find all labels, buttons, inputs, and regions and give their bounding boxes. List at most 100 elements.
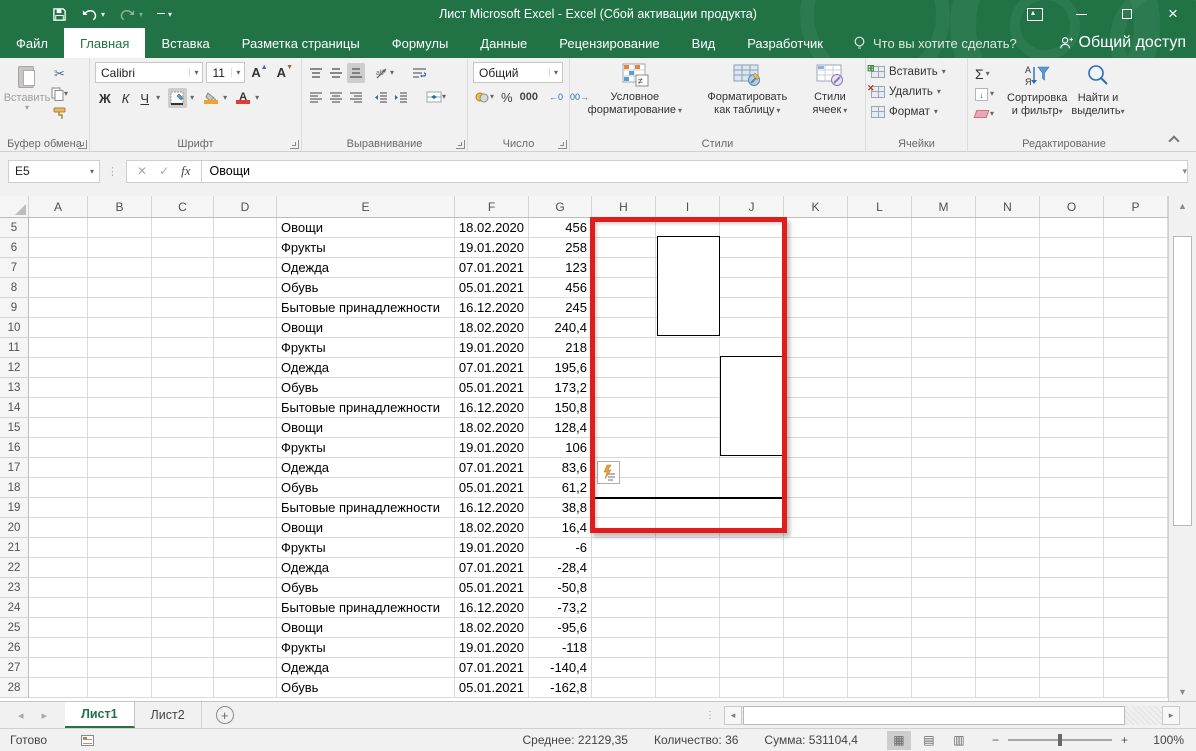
cell-N25[interactable] — [976, 618, 1040, 638]
cell-C16[interactable] — [152, 438, 214, 458]
font-name-combo[interactable]: Calibri▾ — [95, 62, 203, 83]
cell-B25[interactable] — [88, 618, 152, 638]
cell-L14[interactable] — [848, 398, 912, 418]
cell-L8[interactable] — [848, 278, 912, 298]
cell-P23[interactable] — [1104, 578, 1168, 598]
new-sheet-button[interactable]: + — [216, 706, 234, 724]
cell-A16[interactable] — [29, 438, 88, 458]
underline-button[interactable]: Ч — [136, 88, 153, 108]
cell-G11[interactable]: 218 — [529, 338, 592, 358]
cell-E14[interactable]: Бытовые принадлежности — [277, 398, 455, 418]
customize-qat-button[interactable]: ▾ — [157, 10, 172, 19]
cell-I24[interactable] — [656, 598, 720, 618]
cell-M20[interactable] — [912, 518, 976, 538]
cell-K7[interactable] — [784, 258, 848, 278]
cell-F26[interactable]: 19.01.2020 — [455, 638, 529, 658]
cell-O27[interactable] — [1040, 658, 1104, 678]
cell-C6[interactable] — [152, 238, 214, 258]
font-color-button[interactable]: А — [234, 88, 252, 108]
cell-F17[interactable]: 07.01.2021 — [455, 458, 529, 478]
cell-F27[interactable]: 07.01.2021 — [455, 658, 529, 678]
cell-N26[interactable] — [976, 638, 1040, 658]
undo-dropdown[interactable]: ▾ — [101, 10, 105, 19]
cell-E23[interactable]: Обувь — [277, 578, 455, 598]
ribbon-tab-Вид[interactable]: Вид — [676, 28, 732, 58]
column-header-C[interactable]: C — [152, 196, 214, 217]
cell-M14[interactable] — [912, 398, 976, 418]
cell-M10[interactable] — [912, 318, 976, 338]
cell-M6[interactable] — [912, 238, 976, 258]
cell-O19[interactable] — [1040, 498, 1104, 518]
cell-F19[interactable]: 16.12.2020 — [455, 498, 529, 518]
ribbon-tab-Разработчик[interactable]: Разработчик — [731, 28, 839, 58]
cell-A15[interactable] — [29, 418, 88, 438]
italic-button[interactable]: К — [118, 88, 134, 108]
cell-O8[interactable] — [1040, 278, 1104, 298]
column-header-G[interactable]: G — [529, 196, 592, 217]
cell-B8[interactable] — [88, 278, 152, 298]
page-break-view-button[interactable]: ▥ — [947, 731, 971, 750]
cell-C13[interactable] — [152, 378, 214, 398]
cell-E6[interactable]: Фрукты — [277, 238, 455, 258]
cell-M18[interactable] — [912, 478, 976, 498]
cell-A27[interactable] — [29, 658, 88, 678]
cell-B21[interactable] — [88, 538, 152, 558]
row-header-14[interactable]: 14 — [0, 398, 29, 418]
cell-O14[interactable] — [1040, 398, 1104, 418]
cell-E9[interactable]: Бытовые принадлежности — [277, 298, 455, 318]
cell-O26[interactable] — [1040, 638, 1104, 658]
sort-filter-button[interactable]: АЯ Сортировка и фильтр▾ — [1007, 62, 1067, 135]
row-header-22[interactable]: 22 — [0, 558, 29, 578]
cell-K9[interactable] — [784, 298, 848, 318]
align-center-button[interactable] — [327, 87, 345, 107]
row-header-9[interactable]: 9 — [0, 298, 29, 318]
cell-A19[interactable] — [29, 498, 88, 518]
cell-N23[interactable] — [976, 578, 1040, 598]
cell-C23[interactable] — [152, 578, 214, 598]
cell-A9[interactable] — [29, 298, 88, 318]
cell-G8[interactable]: 456 — [529, 278, 592, 298]
cell-D21[interactable] — [214, 538, 277, 558]
cell-E11[interactable]: Фрукты — [277, 338, 455, 358]
cell-D28[interactable] — [214, 678, 277, 698]
number-dialog-launcher[interactable] — [558, 140, 567, 149]
cell-G28[interactable]: -162,8 — [529, 678, 592, 698]
cell-N11[interactable] — [976, 338, 1040, 358]
cell-G14[interactable]: 150,8 — [529, 398, 592, 418]
collapse-ribbon-button[interactable] — [1168, 135, 1179, 146]
cell-P14[interactable] — [1104, 398, 1168, 418]
cell-E20[interactable]: Овощи — [277, 518, 455, 538]
cell-O11[interactable] — [1040, 338, 1104, 358]
cell-L11[interactable] — [848, 338, 912, 358]
sheet-tab-list1[interactable]: Лист1 — [65, 702, 134, 728]
cell-F24[interactable]: 16.12.2020 — [455, 598, 529, 618]
column-header-E[interactable]: E — [277, 196, 455, 217]
cell-D13[interactable] — [214, 378, 277, 398]
row-header-23[interactable]: 23 — [0, 578, 29, 598]
cell-L12[interactable] — [848, 358, 912, 378]
cell-E10[interactable]: Овощи — [277, 318, 455, 338]
cell-A26[interactable] — [29, 638, 88, 658]
percent-style-button[interactable]: % — [499, 87, 515, 107]
row-header-19[interactable]: 19 — [0, 498, 29, 518]
cell-K15[interactable] — [784, 418, 848, 438]
cell-O18[interactable] — [1040, 478, 1104, 498]
cell-N28[interactable] — [976, 678, 1040, 698]
cell-M11[interactable] — [912, 338, 976, 358]
cell-C20[interactable] — [152, 518, 214, 538]
cell-K19[interactable] — [784, 498, 848, 518]
row-header-28[interactable]: 28 — [0, 678, 29, 698]
cell-O7[interactable] — [1040, 258, 1104, 278]
save-button[interactable] — [52, 7, 67, 22]
cell-J28[interactable] — [720, 678, 784, 698]
cell-F25[interactable]: 18.02.2020 — [455, 618, 529, 638]
cell-K22[interactable] — [784, 558, 848, 578]
cell-E18[interactable]: Обувь — [277, 478, 455, 498]
cell-F8[interactable]: 05.01.2021 — [455, 278, 529, 298]
cell-G25[interactable]: -95,6 — [529, 618, 592, 638]
ribbon-tab-Формулы[interactable]: Формулы — [376, 28, 465, 58]
cell-L6[interactable] — [848, 238, 912, 258]
scroll-down-arrow[interactable]: ▼ — [1175, 684, 1190, 699]
row-header-17[interactable]: 17 — [0, 458, 29, 478]
cell-B28[interactable] — [88, 678, 152, 698]
